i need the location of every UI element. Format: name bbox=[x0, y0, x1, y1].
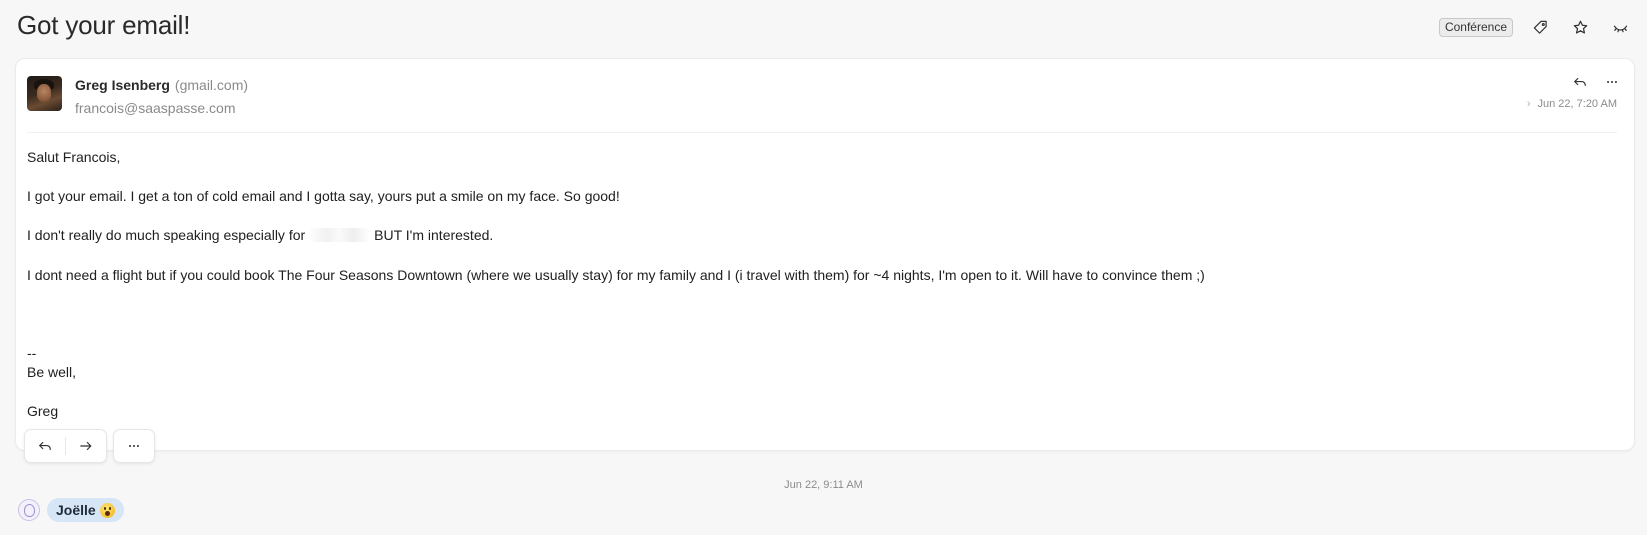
thread-timestamp: Jun 22, 9:11 AM bbox=[784, 479, 863, 491]
paragraph: I dont need a flight but if you could bo… bbox=[27, 267, 1205, 283]
sender-name[interactable]: Greg Isenberg bbox=[75, 77, 170, 93]
message-date[interactable]: › Jun 22, 7:20 AM bbox=[1527, 98, 1617, 110]
message-actions bbox=[1566, 71, 1626, 93]
sender-domain: (gmail.com) bbox=[174, 77, 249, 93]
forward-button[interactable] bbox=[66, 430, 106, 462]
hide-icon[interactable] bbox=[1607, 14, 1633, 40]
redacted-text bbox=[310, 228, 369, 242]
signature-separator: -- bbox=[27, 345, 37, 361]
avatar bbox=[27, 76, 62, 111]
quick-actions bbox=[24, 429, 155, 463]
more-button[interactable] bbox=[114, 430, 154, 462]
more-icon bbox=[129, 444, 139, 448]
message-date-text: Jun 22, 7:20 AM bbox=[1537, 98, 1618, 110]
comment-row: Joëlle bbox=[18, 498, 124, 522]
tag-icon[interactable] bbox=[1527, 14, 1553, 40]
chevron-right-icon: › bbox=[1526, 98, 1531, 110]
reply-forward-group bbox=[24, 429, 107, 463]
arrow-right-icon bbox=[80, 441, 92, 451]
signature-closing: Be well, bbox=[27, 364, 77, 380]
recipient[interactable]: francois@saaspasse.com bbox=[75, 100, 236, 116]
label-chip[interactable]: Conférence bbox=[1438, 17, 1513, 37]
more-actions-group bbox=[113, 429, 155, 463]
email-subject: Got your email! bbox=[17, 10, 191, 40]
mention-name: Joëlle bbox=[56, 502, 96, 518]
email-thread-view: Got your email! Conférence Greg Isenberg… bbox=[0, 0, 1647, 535]
paragraph: I don't really do much speaking especial… bbox=[27, 227, 494, 243]
star-icon[interactable] bbox=[1567, 14, 1593, 40]
reply-icon[interactable] bbox=[1566, 71, 1594, 93]
more-icon[interactable] bbox=[1598, 71, 1626, 93]
reply-icon bbox=[39, 441, 51, 451]
thread-actions: Conférence bbox=[1438, 14, 1633, 40]
sender: Greg Isenberg (gmail.com) bbox=[75, 77, 248, 93]
email-message-card: Greg Isenberg (gmail.com) francois@saaspa… bbox=[15, 58, 1635, 451]
header-divider bbox=[27, 132, 1617, 133]
signature-name: Greg bbox=[27, 403, 59, 419]
greeting: Salut Francois, bbox=[27, 149, 121, 165]
mention-chip[interactable]: Joëlle bbox=[47, 498, 124, 522]
paragraph: I got your email. I get a ton of cold em… bbox=[27, 188, 620, 204]
reply-button[interactable] bbox=[25, 430, 65, 462]
user-avatar bbox=[18, 499, 40, 521]
surprised-face-icon bbox=[99, 502, 115, 518]
